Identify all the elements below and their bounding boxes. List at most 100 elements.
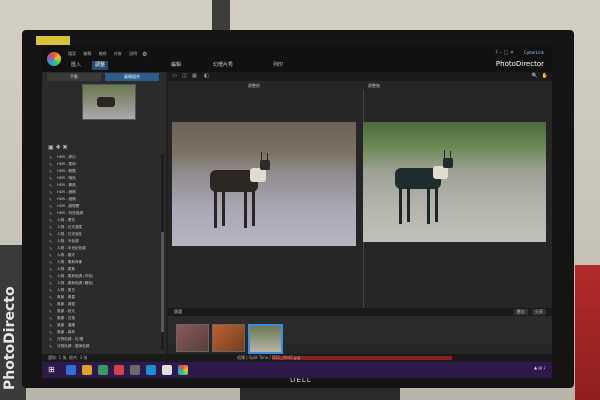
preset-item[interactable]: HDR - 夢幻: [47, 154, 159, 161]
deer-neck: [250, 168, 266, 182]
store-icon[interactable]: [98, 365, 108, 375]
preset-item[interactable]: 人物 - 柔和色調 (暖色): [47, 280, 159, 287]
app-icon-red[interactable]: [114, 365, 124, 375]
deer-head: [260, 160, 270, 170]
preset-item[interactable]: 人物 - 日光強化: [47, 231, 159, 238]
menu-bar: 檔案 編輯 檢視 外掛 說明: [68, 51, 143, 57]
deer-leg: [214, 190, 217, 228]
close-icon[interactable]: ✕: [510, 50, 514, 56]
search-icon[interactable]: 🔍: [532, 73, 538, 79]
status-bar: 選取: 1 張, 總共: 3 張 相簿 | Split Tone / DSC_0…: [42, 354, 552, 362]
deer-leg: [427, 187, 430, 224]
preset-item[interactable]: HDR - 細微: [47, 196, 159, 203]
current-file-path: 相簿 | Split Tone / DSC_0842.jpg: [237, 355, 301, 360]
help-icon[interactable]: ?: [495, 50, 498, 56]
preset-item[interactable]: 人物 - 冷色調: [47, 238, 159, 245]
menu-plugins[interactable]: 外掛: [114, 51, 122, 56]
tab-print[interactable]: 列印: [270, 61, 286, 70]
preset-item[interactable]: HDR - 鮮豔: [47, 168, 159, 175]
grid-view-icon[interactable]: ▦: [192, 73, 197, 79]
photo-after[interactable]: [363, 122, 546, 242]
preset-preview-thumbnail: [82, 84, 136, 120]
folder-icon[interactable]: ▣: [48, 144, 54, 151]
selection-count: 選取: 1 張, 總共: 3 張: [48, 355, 88, 360]
menu-view[interactable]: 檢視: [99, 51, 107, 56]
preset-item[interactable]: HDR - 暴風: [47, 182, 159, 189]
export-button[interactable]: 匯出: [513, 309, 528, 315]
filmstrip-toolbar: 篩選 匯出 分享: [168, 308, 552, 316]
split-view-icon[interactable]: ◧: [204, 73, 209, 79]
windows-start-icon[interactable]: ⊞: [48, 365, 55, 374]
menu-help[interactable]: 說明: [129, 51, 137, 56]
scroll-thumb[interactable]: [161, 232, 164, 332]
ie-icon[interactable]: [66, 365, 76, 375]
app-icon-gray[interactable]: [130, 365, 140, 375]
photo-before[interactable]: [172, 122, 356, 246]
minimize-icon[interactable]: –: [499, 50, 502, 56]
delete-preset-icon[interactable]: ✖: [63, 144, 68, 151]
tab-adjust[interactable]: 調整: [92, 61, 109, 70]
preset-item[interactable]: 人物 - 夏日: [47, 287, 159, 294]
preset-item[interactable]: 人物 - 膚質: [47, 217, 159, 224]
app-icon-white[interactable]: [162, 365, 172, 375]
menu-file[interactable]: 檔案: [68, 51, 76, 56]
preset-item[interactable]: 風景 - 日落: [47, 315, 159, 322]
tab-presets[interactable]: 風格組合: [105, 73, 159, 81]
preset-item[interactable]: 分割色調 - 紅/橙: [47, 336, 159, 343]
tab-slideshow[interactable]: 幻燈片秀: [210, 61, 236, 70]
tab-import[interactable]: 匯入: [68, 61, 84, 70]
menu-edit[interactable]: 編輯: [83, 51, 91, 56]
preset-item[interactable]: 人物 - 日光溫柔: [47, 224, 159, 231]
share-button[interactable]: 分享: [532, 309, 546, 315]
film-thumbnail-1[interactable]: [176, 324, 209, 352]
preset-item[interactable]: 風景 - 秋天: [47, 308, 159, 315]
deer-antler: [267, 153, 268, 161]
deer-leg: [222, 190, 225, 226]
preset-item[interactable]: HDR - 特效強調: [47, 210, 159, 217]
preset-item[interactable]: HDR - 細節: [47, 189, 159, 196]
preset-item[interactable]: 風景 - 湖邊: [47, 301, 159, 308]
preset-item[interactable]: 人物 - 中世紀色調: [47, 245, 159, 252]
preset-item[interactable]: 風景 - 溫暖: [47, 322, 159, 329]
preset-item[interactable]: HDR - 超現實: [47, 203, 159, 210]
tab-edit[interactable]: 編輯: [168, 61, 184, 70]
preset-item[interactable]: 分割色調 - 藍綠色調: [47, 343, 159, 350]
deer-antler: [450, 151, 451, 159]
system-tray: ▲ ▤ ♪: [534, 365, 546, 370]
photodirector-taskbar-icon[interactable]: [178, 365, 188, 375]
maximize-icon[interactable]: □: [503, 50, 508, 56]
preset-item[interactable]: 風景 - 黃昏: [47, 294, 159, 301]
explorer-icon[interactable]: [82, 365, 92, 375]
filter-button[interactable]: 篩選: [174, 309, 182, 315]
preset-item[interactable]: 人物 - 春天: [47, 252, 159, 259]
preset-item[interactable]: 人物 - 柔焦: [47, 266, 159, 273]
film-thumbnail-2[interactable]: [212, 324, 245, 352]
left-panel: 手動 風格組合 ▣ ✚ ✖ HDR - 夢幻HDR - 柔和HDR - 鮮豔HD…: [42, 72, 166, 354]
preset-toolbar: ▣ ✚ ✖: [48, 144, 68, 151]
before-label: 調整前: [248, 83, 260, 88]
preset-item[interactable]: HDR - 柔和: [47, 161, 159, 168]
header-icons: ⚙: [142, 51, 147, 58]
deer-thumbnail-shape: [97, 97, 115, 107]
filmstrip-actions: 匯出 分享: [511, 309, 546, 315]
deer-antler: [261, 152, 262, 161]
hand-tool-icon[interactable]: ✋: [542, 73, 548, 79]
deer-leg: [252, 190, 255, 226]
single-view-icon[interactable]: ▭: [172, 73, 177, 79]
film-thumbnail-3-selected[interactable]: [248, 324, 283, 354]
tab-manual[interactable]: 手動: [47, 73, 101, 81]
view-labels: 調整前 調整後: [168, 83, 552, 90]
preset-scrollbar[interactable]: [161, 154, 164, 350]
add-preset-icon[interactable]: ✚: [56, 144, 61, 151]
app-icon-blue[interactable]: [146, 365, 156, 375]
compare-view-icon[interactable]: ◫: [182, 73, 187, 79]
settings-gear-icon[interactable]: ⚙: [142, 51, 147, 58]
preset-item[interactable]: 人物 - 柔和色調 (冷色): [47, 273, 159, 280]
preset-item[interactable]: 風景 - 森林: [47, 329, 159, 336]
vendor-label: CyberLink: [524, 50, 544, 55]
deer-head: [443, 158, 453, 168]
preset-item[interactable]: HDR - 暗色: [47, 175, 159, 182]
app-header: 檔案 編輯 檢視 外掛 說明 ⚙ 匯入 調整 編輯 幻燈片秀 列印 ? – □ …: [42, 46, 552, 72]
preset-item[interactable]: 人物 - 柔和肖像: [47, 259, 159, 266]
panel-sub-tabs: 手動 風格組合: [47, 73, 159, 81]
